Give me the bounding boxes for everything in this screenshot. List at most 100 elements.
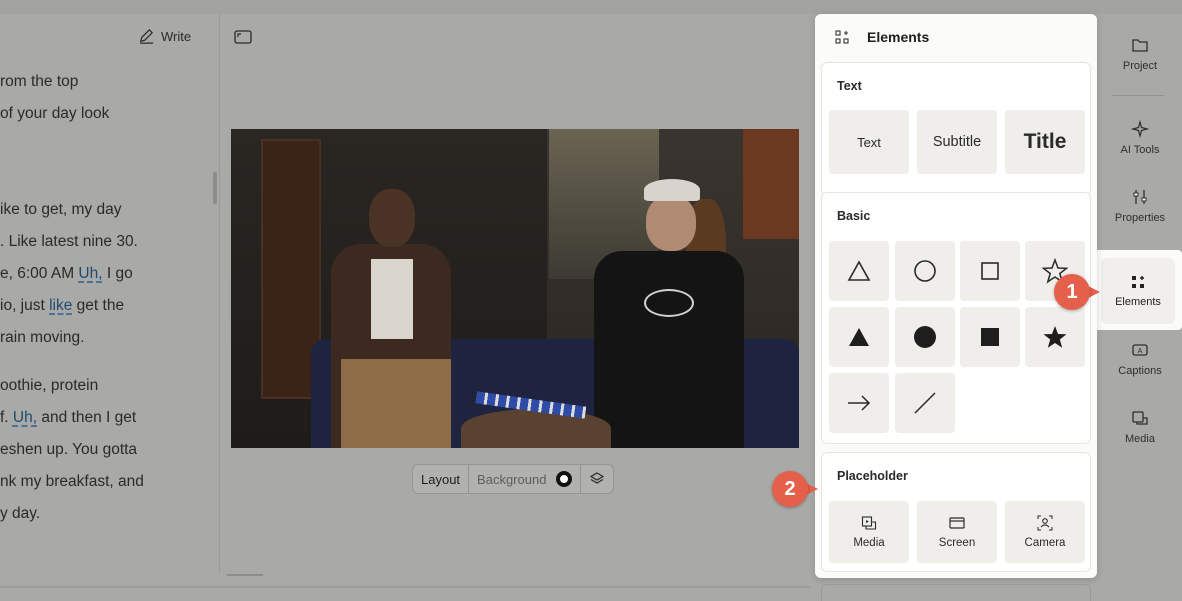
camera-placeholder-tile[interactable]: Camera [1005, 501, 1085, 563]
folder-icon [1132, 39, 1148, 52]
placeholder-section: Placeholder Media Screen Camera [821, 452, 1091, 572]
screen-placeholder-tile[interactable]: Screen [917, 501, 997, 563]
elements-icon [1132, 276, 1144, 288]
circle-outline-icon [914, 260, 936, 282]
layers-button[interactable] [581, 465, 613, 493]
text-section: Text Text Subtitle Title [821, 62, 1091, 196]
script-pane: Write rom the top of your day look ike t… [0, 14, 220, 574]
background-color-swatch[interactable] [556, 471, 573, 487]
svg-text:A: A [1138, 348, 1143, 355]
tile-label: Screen [938, 537, 976, 549]
write-button[interactable]: Write [138, 28, 191, 45]
title-tile[interactable]: Title [1005, 110, 1085, 174]
section-title: Placeholder [837, 469, 908, 483]
sidebar-item-label: AI Tools [1120, 144, 1160, 156]
transcript-line: f. Uh, and then I get [0, 409, 137, 426]
transcript-line: oothie, protein [0, 377, 99, 394]
square-filled-tile[interactable] [960, 307, 1020, 367]
scene-person-left [331, 189, 451, 448]
section-title: Basic [837, 209, 871, 223]
transcript-line: ike to get, my day [0, 201, 122, 218]
sidebar-item-captions[interactable]: A Captions [1098, 329, 1182, 389]
triangle-filled-tile[interactable] [829, 307, 889, 367]
filler-word[interactable]: like [49, 297, 72, 314]
circle-filled-tile[interactable] [895, 307, 955, 367]
square-outline-tile[interactable] [960, 241, 1020, 301]
transcript-line [0, 162, 215, 194]
circle-outline-tile[interactable] [895, 241, 955, 301]
transcript-line: y day. [0, 505, 41, 522]
star-filled-icon [1043, 326, 1067, 348]
tile-label: Camera [1024, 537, 1066, 549]
fit-screen-icon[interactable] [234, 30, 252, 44]
canvas-area: Layout Background [221, 14, 811, 588]
background-label: Background [477, 471, 547, 487]
sidebar-item-label: Elements [1115, 296, 1161, 308]
arrow-icon [848, 395, 871, 411]
text-tile[interactable]: Text [829, 110, 909, 174]
section-title: Text [837, 79, 862, 93]
square-filled-icon [981, 328, 999, 346]
top-strip [0, 0, 1182, 14]
scene-orange-wall [743, 129, 799, 239]
transcript-line [0, 130, 215, 162]
elements-icon [835, 30, 849, 44]
sparkle-icon [1131, 120, 1149, 138]
transcript-line: e, 6:00 AM Uh, I go [0, 265, 133, 282]
panel-title: Elements [867, 29, 930, 45]
basic-section: Basic [821, 192, 1091, 444]
scene-table [461, 409, 611, 448]
line-icon [914, 392, 936, 414]
script-scrollbar[interactable] [213, 172, 217, 204]
sidebar-item-media[interactable]: Media [1098, 397, 1182, 457]
step-callout-2: 2 [772, 471, 818, 507]
step-callout-1: 1 [1054, 274, 1100, 310]
transcript-line: nk my breakfast, and [0, 473, 144, 490]
callout-number: 1 [1054, 274, 1090, 310]
transcript-line: rain moving. [0, 329, 85, 346]
sidebar-item-label: Project [1122, 60, 1158, 72]
pen-icon [139, 29, 154, 44]
background-button[interactable]: Background [469, 465, 582, 493]
lower-panel-edge [821, 584, 1091, 601]
media-icon [1132, 411, 1148, 425]
sidebar-item-project[interactable]: Project [1098, 24, 1182, 84]
media-placeholder-tile[interactable]: Media [829, 501, 909, 563]
sidebar-item-properties[interactable]: Properties [1098, 176, 1182, 236]
video-preview[interactable] [231, 129, 799, 448]
triangle-outline-icon [847, 260, 871, 281]
triangle-outline-tile[interactable] [829, 241, 889, 301]
filler-word[interactable]: Uh, [78, 265, 102, 282]
screen-icon [949, 517, 965, 529]
write-label: Write [161, 29, 192, 44]
transcript-line: eshen up. You gotta [0, 441, 138, 458]
layers-icon [590, 472, 605, 484]
arrow-tile[interactable] [829, 373, 889, 433]
transcript-line: of your day look [0, 105, 110, 122]
callout-number: 2 [772, 471, 808, 507]
sidebar-item-ai-tools[interactable]: AI Tools [1098, 108, 1182, 168]
sidebar-item-elements[interactable]: Elements [1101, 258, 1175, 324]
canvas-toolbar: Layout Background [412, 464, 615, 494]
layout-button[interactable]: Layout [413, 465, 470, 493]
transcript-line: rom the top [0, 73, 79, 90]
transcript-text[interactable]: rom the top of your day look ike to get,… [0, 66, 215, 530]
canvas-scrollbar[interactable] [227, 574, 263, 576]
tile-label: Media [853, 537, 885, 549]
sidebar-item-label: Properties [1114, 212, 1166, 224]
sliders-icon [1133, 190, 1147, 204]
square-outline-icon [981, 262, 999, 280]
sidebar-item-label: Media [1125, 433, 1155, 445]
timeline-divider [0, 586, 810, 588]
star-filled-tile[interactable] [1025, 307, 1085, 367]
filler-word[interactable]: Uh, [13, 409, 37, 426]
scene-person-right [576, 179, 744, 448]
subtitle-tile[interactable]: Subtitle [917, 110, 997, 174]
line-tile[interactable] [895, 373, 955, 433]
transcript-line: . Like latest nine 30. [0, 233, 138, 250]
captions-icon: A [1132, 344, 1148, 356]
media-placeholder-icon [861, 516, 877, 530]
triangle-filled-icon [849, 328, 869, 346]
transcript-line: io, just like get the [0, 297, 125, 314]
